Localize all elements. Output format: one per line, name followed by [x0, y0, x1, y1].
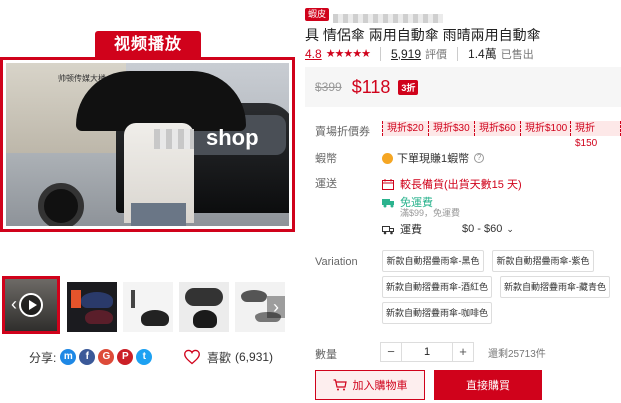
thumbnail-video[interactable]: ‹ — [2, 276, 60, 334]
variation-option-coffee[interactable]: 新款自動摺疊雨傘-咖啡色 — [382, 302, 492, 324]
add-to-cart-label: 加入購物車 — [352, 380, 408, 392]
person-legs — [131, 203, 186, 226]
quantity-decrease-button[interactable]: − — [380, 342, 402, 362]
thumbnail-image-4[interactable] — [179, 282, 229, 332]
product-title-text: 具 情侶傘 兩用自動傘 雨晴兩用自動傘 — [305, 27, 541, 43]
product-title: 蝦皮 具 情侶傘 兩用自動傘 雨晴兩用自動傘 — [305, 8, 617, 44]
coin-icon — [382, 152, 393, 164]
like-count: (6,931) — [235, 350, 274, 364]
thumbnail-image-3[interactable] — [123, 282, 173, 332]
buy-now-label: 直接購買 — [466, 380, 510, 392]
chevron-down-icon: ⌄ — [506, 223, 514, 234]
umbrella-thumb — [193, 310, 217, 328]
quantity-increase-button[interactable]: + — [452, 342, 474, 362]
video-frame-image: 帅顿传媒大楼 shop — [6, 63, 289, 226]
shipping-fee-range: $0 - $60 — [462, 223, 503, 235]
thumbnail-prev-arrow[interactable]: ‹ — [5, 293, 23, 315]
stock-remaining: 還剩25713件 — [488, 348, 546, 360]
shipping-fee-label: 運費 — [400, 224, 422, 236]
umbrella-image — [76, 71, 246, 131]
shipping-label: 運送 — [315, 178, 337, 190]
voucher-chip[interactable]: 現折$60 — [474, 121, 521, 136]
variation-option-wine-red[interactable]: 新款自動摺疊雨傘-酒紅色 — [382, 276, 492, 298]
variation-option-navy[interactable]: 新款自動摺疊雨傘-藏青色 — [500, 276, 610, 298]
umbrella-thumb — [81, 292, 113, 308]
free-shipping-truck-icon — [382, 198, 394, 207]
video-play-tag[interactable]: 视频播放 — [95, 31, 201, 58]
blurred-shop-name — [154, 129, 194, 149]
blurred-title-prefix — [333, 13, 444, 23]
voucher-chip[interactable]: 現折$20 — [382, 121, 429, 136]
mall-badge: 蝦皮 — [305, 8, 330, 21]
google-plus-icon[interactable]: G — [98, 349, 115, 365]
add-to-cart-button[interactable]: 加入購物車 — [315, 370, 425, 400]
buy-now-button[interactable]: 直接購買 — [434, 370, 542, 400]
variation-option-black[interactable]: 新款自動摺疊雨傘-黑色 — [382, 250, 484, 272]
sold-label: 已售出 — [500, 48, 534, 61]
messenger-icon[interactable]: m — [60, 349, 77, 365]
pinterest-icon[interactable]: P — [117, 349, 134, 365]
thumbnail-next-arrow[interactable]: › — [267, 296, 285, 318]
original-price: $399 — [315, 80, 342, 94]
shipping-fee[interactable]: 運費 $0 - $60 ⌄ — [382, 221, 514, 237]
divider — [380, 46, 381, 61]
twitter-icon[interactable]: t — [136, 349, 153, 365]
umbrella-thumb — [141, 310, 169, 326]
coins-label: 蝦幣 — [315, 153, 337, 165]
vouchers-label: 賣場折價券 — [315, 126, 370, 138]
current-price: $118 — [351, 76, 391, 97]
thumbnail-label — [71, 290, 81, 308]
voucher-chip[interactable]: 現折$30 — [428, 121, 475, 136]
like-label: 喜歡 — [207, 350, 232, 365]
quantity-stepper: − 1 + 還剩25713件 — [380, 342, 546, 362]
share-row: 分享: m f G P t — [29, 348, 155, 366]
sold-count: 1.4萬 — [468, 47, 497, 61]
voucher-chip[interactable]: 現折$150 — [570, 121, 621, 149]
umbrella-thumb — [185, 288, 223, 306]
shop-overlay-text: shop — [206, 125, 259, 150]
share-label: 分享: — [29, 350, 57, 365]
free-shipping-condition: 滿$99，免運費 — [400, 208, 461, 218]
umbrella-thumb — [85, 310, 113, 324]
shipping-lead-time: 較長備貨(出貨天數15 天) — [382, 176, 522, 192]
like-button[interactable]: 喜歡 (6,931) — [183, 348, 273, 366]
product-stats: 4.8 ★★★★★ 5,919 評價 1.4萬 已售出 — [305, 45, 544, 62]
handle-thumb — [131, 290, 135, 308]
truck-icon — [382, 225, 394, 234]
rating-value[interactable]: 4.8 — [305, 47, 322, 61]
facebook-icon[interactable]: f — [79, 349, 96, 365]
video-player[interactable]: 帅顿传媒大楼 shop — [0, 57, 295, 232]
calendar-icon — [382, 178, 394, 190]
thumbnail-strip: ‹ › — [2, 276, 285, 334]
reviews-label: 評價 — [425, 48, 448, 61]
heart-icon — [184, 349, 200, 365]
variation-option-purple[interactable]: 新款自動摺疊雨傘-紫色 — [492, 250, 594, 272]
thumbnail-image-2[interactable] — [67, 282, 117, 332]
discount-badge: 3折 — [398, 79, 419, 95]
wheel — [38, 183, 84, 226]
reviews-count[interactable]: 5,919 — [391, 47, 421, 61]
star-rating-icon: ★★★★★ — [325, 48, 371, 60]
quantity-input[interactable]: 1 — [402, 342, 452, 362]
cart-icon — [333, 379, 347, 391]
variation-label: Variation — [315, 256, 358, 268]
coins-text: 下單現賺1蝦幣 — [397, 153, 470, 165]
divider — [457, 46, 459, 61]
voucher-chip[interactable]: 現折$100 — [520, 121, 573, 136]
help-icon[interactable]: ? — [474, 153, 485, 163]
price-box: $399 $118 3折 — [305, 67, 621, 107]
quantity-label: 數量 — [315, 349, 337, 361]
lead-time-text: 較長備貨(出貨天數15 天) — [400, 179, 522, 191]
coins-info: 下單現賺1蝦幣 ? — [382, 150, 485, 166]
umbrella-thumb — [241, 290, 267, 302]
